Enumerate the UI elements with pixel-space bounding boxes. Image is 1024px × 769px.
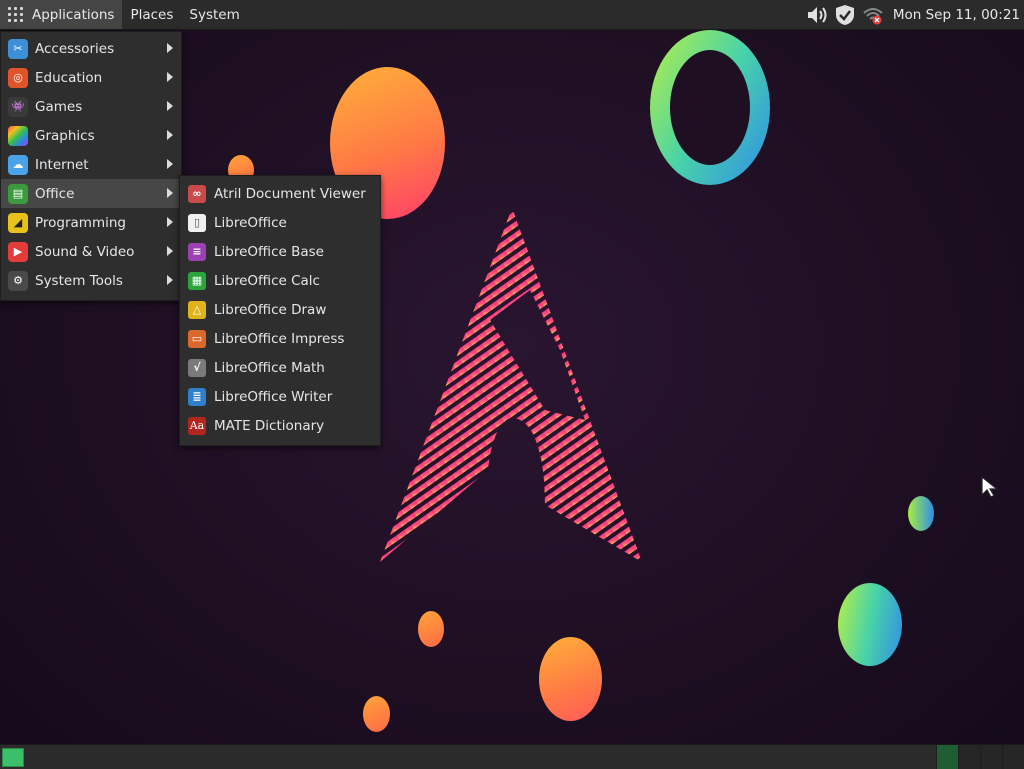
workspace-switcher-2[interactable] bbox=[958, 745, 980, 769]
libreoffice-icon: ▯ bbox=[188, 213, 206, 232]
menu-item-mate-dictionary[interactable]: Aa MATE Dictionary bbox=[180, 411, 380, 440]
chevron-right-icon bbox=[167, 101, 173, 111]
chevron-right-icon bbox=[167, 43, 173, 53]
system-tray: Mon Sep 11, 00:21 bbox=[803, 0, 1024, 29]
menu-item-internet[interactable]: ☁ Internet bbox=[1, 150, 181, 179]
menu-item-label: Internet bbox=[35, 156, 89, 173]
menu-item-graphics[interactable]: Graphics bbox=[1, 121, 181, 150]
system-menu-button[interactable]: System bbox=[181, 0, 247, 29]
atril-icon: ∞ bbox=[188, 184, 206, 203]
chevron-right-icon bbox=[167, 188, 173, 198]
workspace-switcher-3[interactable] bbox=[980, 745, 1002, 769]
applications-menu: ✂ Accessories ◎ Education 👾 Games Graphi… bbox=[0, 31, 182, 301]
menu-item-label: Sound & Video bbox=[35, 243, 135, 260]
menu-item-system-tools[interactable]: ⚙ System Tools bbox=[1, 266, 181, 295]
show-desktop-button[interactable] bbox=[2, 748, 24, 767]
libreoffice-impress-icon: ▭ bbox=[188, 329, 206, 348]
menu-item-label: MATE Dictionary bbox=[214, 417, 325, 434]
applications-grid-icon bbox=[8, 7, 23, 22]
libreoffice-base-icon: ≡ bbox=[188, 242, 206, 261]
menu-item-libreoffice-calc[interactable]: ▦ LibreOffice Calc bbox=[180, 266, 380, 295]
menu-item-atril[interactable]: ∞ Atril Document Viewer bbox=[180, 179, 380, 208]
libreoffice-math-icon: √ bbox=[188, 358, 206, 377]
menu-item-label: LibreOffice Calc bbox=[214, 272, 320, 289]
menu-item-label: Office bbox=[35, 185, 75, 202]
network-disconnected-icon[interactable] bbox=[859, 0, 887, 29]
libreoffice-writer-icon: ≣ bbox=[188, 387, 206, 406]
menu-item-libreoffice-draw[interactable]: △ LibreOffice Draw bbox=[180, 295, 380, 324]
chevron-right-icon bbox=[167, 130, 173, 140]
menu-item-libreoffice-impress[interactable]: ▭ LibreOffice Impress bbox=[180, 324, 380, 353]
education-icon: ◎ bbox=[8, 67, 28, 88]
office-submenu: ∞ Atril Document Viewer ▯ LibreOffice ≡ … bbox=[179, 175, 381, 446]
libreoffice-calc-icon: ▦ bbox=[188, 271, 206, 290]
volume-icon[interactable] bbox=[803, 0, 831, 29]
internet-icon: ☁ bbox=[8, 154, 28, 175]
menu-item-accessories[interactable]: ✂ Accessories bbox=[1, 34, 181, 63]
menu-item-libreoffice[interactable]: ▯ LibreOffice bbox=[180, 208, 380, 237]
clock[interactable]: Mon Sep 11, 00:21 bbox=[887, 7, 1024, 23]
menu-item-libreoffice-base[interactable]: ≡ LibreOffice Base bbox=[180, 237, 380, 266]
shield-icon[interactable] bbox=[831, 0, 859, 29]
chevron-right-icon bbox=[167, 275, 173, 285]
places-menu-button[interactable]: Places bbox=[122, 0, 181, 29]
places-label: Places bbox=[130, 6, 174, 23]
mouse-cursor-icon bbox=[981, 475, 999, 498]
menu-item-label: Education bbox=[35, 69, 103, 86]
system-tools-icon: ⚙ bbox=[8, 270, 28, 291]
sound-video-icon: ▶ bbox=[8, 241, 28, 262]
programming-icon: ◢ bbox=[8, 212, 28, 233]
menu-item-label: LibreOffice Impress bbox=[214, 330, 345, 347]
bottom-panel bbox=[0, 744, 1024, 769]
workspace-switcher-1[interactable] bbox=[936, 745, 958, 769]
system-label: System bbox=[189, 6, 240, 23]
applications-menu-button[interactable]: Applications bbox=[0, 0, 123, 29]
menu-item-games[interactable]: 👾 Games bbox=[1, 92, 181, 121]
menu-item-libreoffice-writer[interactable]: ≣ LibreOffice Writer bbox=[180, 382, 380, 411]
menu-item-label: Graphics bbox=[35, 127, 95, 144]
office-icon: ▤ bbox=[8, 183, 28, 204]
menu-item-label: LibreOffice Base bbox=[214, 243, 324, 260]
chevron-right-icon bbox=[167, 159, 173, 169]
menu-item-office[interactable]: ▤ Office bbox=[1, 179, 181, 208]
menu-item-label: LibreOffice Draw bbox=[214, 301, 327, 318]
games-icon: 👾 bbox=[8, 96, 28, 117]
menu-item-label: LibreOffice bbox=[214, 214, 287, 231]
chevron-right-icon bbox=[167, 217, 173, 227]
menu-item-label: System Tools bbox=[35, 272, 123, 289]
accessories-icon: ✂ bbox=[8, 38, 28, 59]
top-panel: Applications Places System Mon Sep 11, 0… bbox=[0, 0, 1024, 30]
menu-item-programming[interactable]: ◢ Programming bbox=[1, 208, 181, 237]
menu-item-label: Games bbox=[35, 98, 83, 115]
libreoffice-draw-icon: △ bbox=[188, 300, 206, 319]
chevron-right-icon bbox=[167, 72, 173, 82]
menu-item-label: Accessories bbox=[35, 40, 115, 57]
menu-item-label: Programming bbox=[35, 214, 126, 231]
chevron-right-icon bbox=[167, 246, 173, 256]
dictionary-icon: Aa bbox=[188, 416, 206, 435]
menu-item-label: LibreOffice Math bbox=[214, 359, 325, 376]
applications-label: Applications bbox=[32, 6, 115, 23]
menu-item-sound-video[interactable]: ▶ Sound & Video bbox=[1, 237, 181, 266]
menu-item-label: LibreOffice Writer bbox=[214, 388, 333, 405]
menu-item-label: Atril Document Viewer bbox=[214, 185, 366, 202]
menu-item-libreoffice-math[interactable]: √ LibreOffice Math bbox=[180, 353, 380, 382]
menu-item-education[interactable]: ◎ Education bbox=[1, 63, 181, 92]
workspace-switcher-4[interactable] bbox=[1002, 745, 1024, 769]
graphics-icon bbox=[8, 125, 28, 146]
